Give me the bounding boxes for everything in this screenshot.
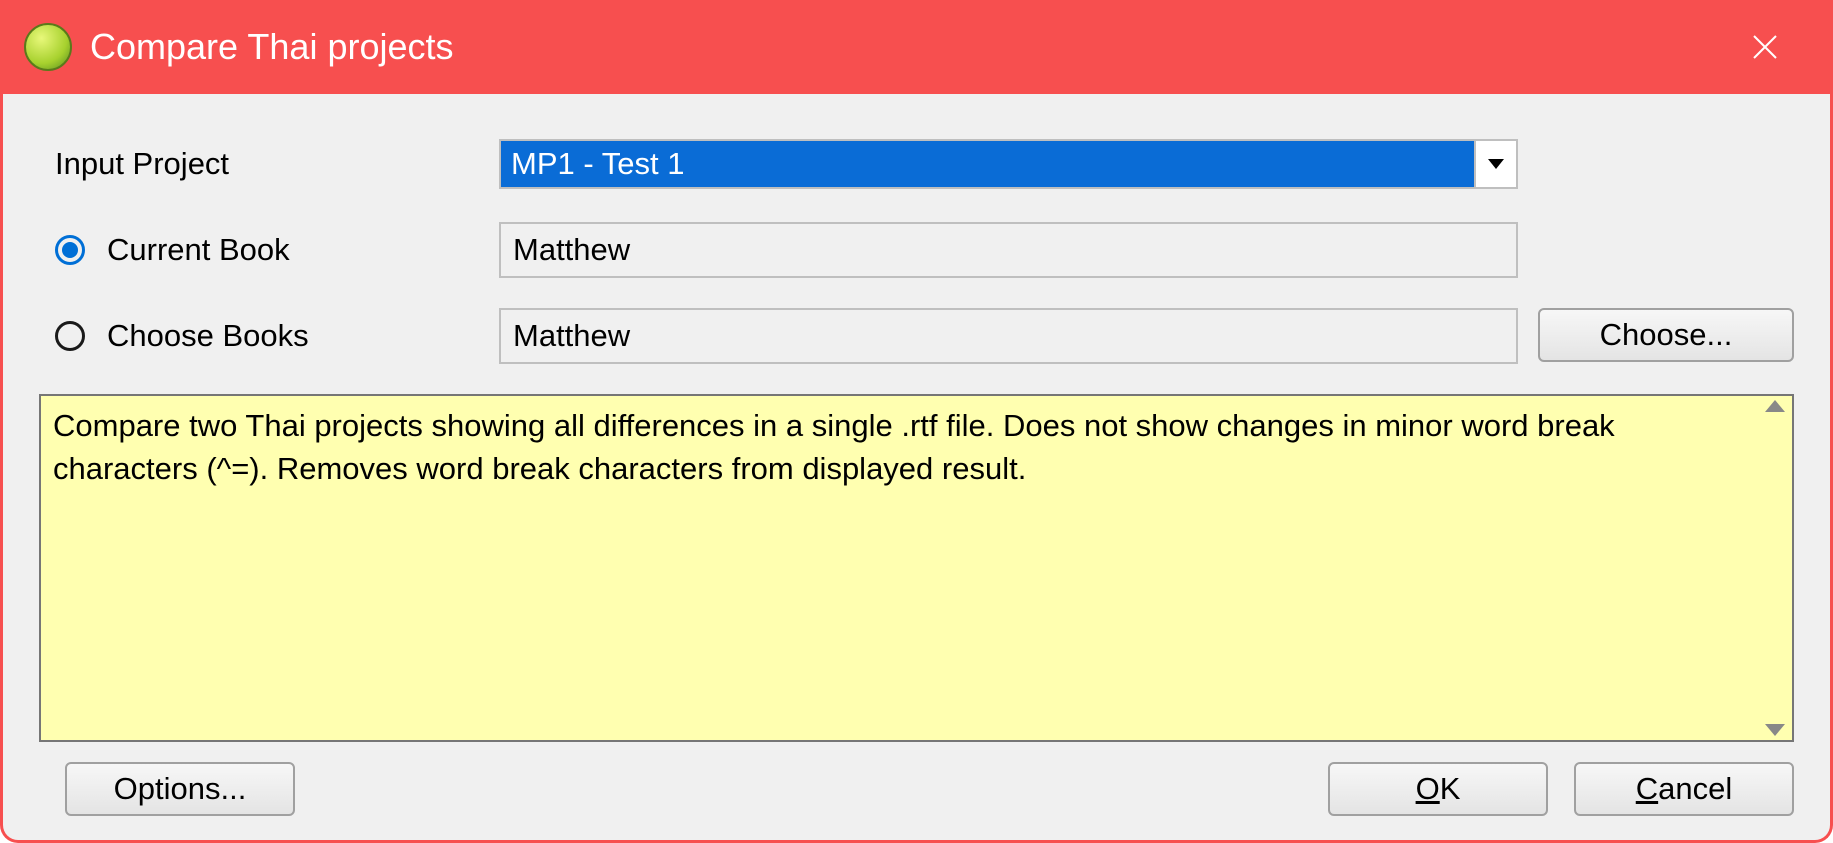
cancel-button[interactable]: Cancel (1574, 762, 1794, 816)
dialog-footer: Options... OK Cancel (39, 762, 1794, 816)
radio-choose-books[interactable] (55, 321, 85, 351)
close-button[interactable] (1735, 0, 1795, 94)
close-icon (1752, 34, 1778, 60)
choose-button[interactable]: Choose... (1538, 308, 1794, 362)
row-input-project: Input Project MP1 - Test 1 (39, 136, 1794, 192)
row-current-book: Current Book Matthew (39, 222, 1794, 278)
options-button[interactable]: Options... (65, 762, 295, 816)
titlebar: Compare Thai projects (0, 0, 1833, 94)
scroll-up-icon[interactable] (1765, 400, 1785, 412)
choose-books-label: Choose Books (107, 318, 309, 354)
ok-button[interactable]: OK (1328, 762, 1548, 816)
app-icon (24, 23, 72, 71)
description-scrollbar[interactable] (1758, 396, 1792, 740)
chevron-down-icon (1488, 159, 1504, 169)
radio-current-book[interactable] (55, 235, 85, 265)
input-project-label: Input Project (39, 146, 479, 182)
window-title: Compare Thai projects (90, 26, 454, 68)
scroll-down-icon[interactable] (1765, 724, 1785, 736)
description-panel: Compare two Thai projects showing all di… (39, 394, 1794, 742)
current-book-label: Current Book (107, 232, 290, 268)
dialog-compare-thai-projects: Compare Thai projects Input Project MP1 … (0, 0, 1833, 843)
row-choose-books: Choose Books Matthew Choose... (39, 308, 1794, 364)
input-project-dropdown-arrow[interactable] (1474, 141, 1516, 187)
current-book-field: Matthew (499, 222, 1518, 278)
input-project-value: MP1 - Test 1 (501, 141, 1474, 187)
choose-books-field: Matthew (499, 308, 1518, 364)
input-project-combo[interactable]: MP1 - Test 1 (499, 139, 1518, 189)
dialog-body: Input Project MP1 - Test 1 Current Book … (0, 94, 1833, 843)
description-text: Compare two Thai projects showing all di… (41, 396, 1758, 740)
